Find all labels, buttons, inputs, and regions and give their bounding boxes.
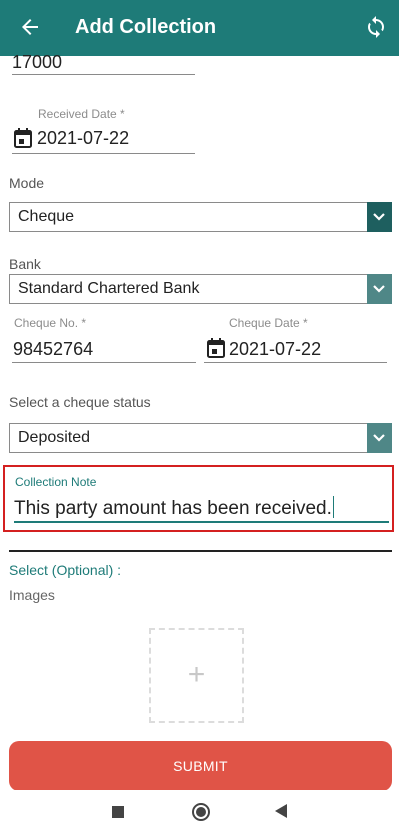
mode-label: Mode [9, 175, 45, 191]
app-bar: Add Collection [0, 0, 399, 56]
collection-note-label: Collection Note [15, 475, 97, 489]
chevron-down-icon[interactable] [367, 202, 392, 232]
received-date-field[interactable]: 2021-07-22 [37, 128, 129, 149]
text-cursor [332, 496, 334, 518]
images-label: Images [9, 587, 55, 603]
select-optional-label: Select (Optional) : [9, 562, 122, 578]
chevron-down-icon[interactable] [367, 274, 392, 304]
circle-icon[interactable] [192, 803, 210, 821]
received-date-underline [12, 153, 195, 154]
submit-label: SUBMIT [173, 758, 228, 774]
chevron-down-icon[interactable] [367, 423, 392, 453]
submit-button[interactable]: SUBMIT [9, 741, 392, 791]
collection-note-highlight: Collection Note This party amount has be… [3, 465, 394, 532]
page-title: Add Collection [75, 16, 217, 38]
section-divider [9, 550, 392, 552]
amount-underline [12, 74, 195, 75]
add-image-button[interactable]: + [149, 628, 244, 723]
cheque-date-label: Cheque Date * [229, 316, 308, 330]
bank-label: Bank [9, 256, 41, 272]
home-dot [196, 807, 206, 817]
system-nav-bar [0, 790, 399, 830]
collection-note-value: This party amount has been received. [14, 498, 332, 519]
sync-icon[interactable] [364, 15, 388, 39]
cheque-date-field[interactable]: 2021-07-22 [229, 339, 321, 360]
cheque-date-underline [204, 362, 387, 363]
mode-select[interactable]: Cheque [9, 202, 392, 232]
received-date-label: Received Date * [38, 107, 125, 121]
collection-note-underline [14, 521, 389, 523]
cheque-status-selected-value: Deposited [18, 429, 91, 446]
collection-note-field[interactable]: This party amount has been received. [14, 496, 334, 520]
triangle-back-icon[interactable] [275, 804, 287, 818]
plus-icon: + [187, 658, 206, 691]
square-icon[interactable] [112, 806, 124, 818]
calendar-icon[interactable] [14, 128, 32, 148]
cheque-status-select[interactable]: Deposited [9, 423, 392, 453]
calendar-icon[interactable] [207, 338, 225, 358]
amount-field[interactable]: 17000 [12, 52, 62, 73]
cheque-no-field[interactable]: 98452764 [13, 339, 93, 360]
arrow-left-icon[interactable] [18, 15, 42, 39]
cheque-status-label: Select a cheque status [9, 394, 151, 410]
cheque-no-underline [12, 362, 196, 363]
cheque-no-label: Cheque No. * [14, 316, 87, 330]
bank-select[interactable]: Standard Chartered Bank [9, 274, 392, 304]
bank-selected-value: Standard Chartered Bank [18, 280, 200, 297]
mode-selected-value: Cheque [18, 208, 75, 225]
